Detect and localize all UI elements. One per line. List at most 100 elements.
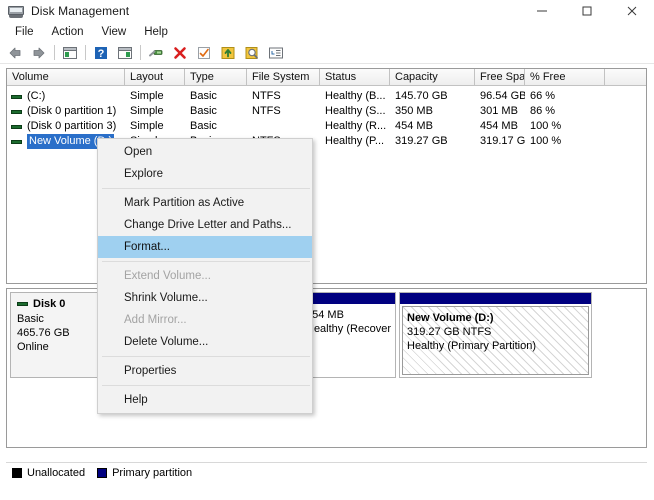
show-hide-action-pane-icon[interactable] — [114, 43, 136, 63]
partition-block-new-volume[interactable]: New Volume (D:) 319.27 GB NTFS Healthy (… — [399, 292, 592, 378]
cell-volume-label: (Disk 0 partition 3) — [27, 120, 117, 132]
cell-type: Basic — [190, 90, 217, 102]
disk-name: Disk 0 — [17, 298, 107, 310]
column-header-file-system[interactable]: File System — [247, 69, 320, 85]
cell-type: Basic — [190, 120, 217, 132]
column-header-percent-free[interactable]: % Free — [525, 69, 605, 85]
menu-bar: File Action View Help — [0, 22, 654, 42]
context-menu-separator — [102, 385, 310, 386]
menu-view[interactable]: View — [93, 24, 136, 40]
disk-name-label: Disk 0 — [33, 298, 66, 310]
disk-management-icon — [8, 4, 24, 18]
cell-file-system: NTFS — [252, 105, 281, 117]
column-header-layout[interactable]: Layout — [125, 69, 185, 85]
column-header-capacity[interactable]: Capacity — [390, 69, 475, 85]
volume-color-bar-icon — [11, 109, 22, 114]
column-header-status[interactable]: Status — [320, 69, 390, 85]
disk-type: Basic — [17, 313, 44, 325]
check-disk-icon[interactable] — [193, 43, 215, 63]
context-menu-item-extend-volume: Extend Volume... — [124, 270, 211, 282]
legend: Unallocated Primary partition — [6, 462, 647, 482]
cell-layout: Simple — [130, 120, 164, 132]
volume-list-header: Volume Layout Type File System Status Ca… — [7, 69, 646, 86]
cell-percent-free: 66 % — [530, 90, 556, 102]
context-menu-separator — [102, 261, 310, 262]
toolbar-separator — [140, 45, 141, 60]
cell-volume-label: (C:) — [27, 90, 46, 102]
maximize-button[interactable] — [564, 0, 609, 22]
context-menu-item-format[interactable]: Format... — [98, 236, 312, 258]
minimize-button[interactable] — [519, 0, 564, 22]
menu-action[interactable]: Action — [43, 24, 93, 40]
context-menu-item-explore[interactable]: Explore — [98, 163, 312, 185]
close-button[interactable] — [609, 0, 654, 22]
disk-size: 465.76 GB — [17, 327, 70, 339]
context-menu-separator — [102, 356, 310, 357]
partition-body: New Volume (D:) 319.27 GB NTFS Healthy (… — [402, 306, 589, 375]
volume-color-bar-icon — [11, 94, 22, 99]
disk-management-window: Disk Management File Action View Help ? … — [0, 0, 654, 500]
cell-free-space: 301 MB — [480, 105, 518, 117]
window-title: Disk Management — [31, 4, 130, 18]
forward-icon[interactable] — [28, 43, 50, 63]
rescan-disks-icon[interactable] — [241, 43, 263, 63]
cell-status: Healthy (B... — [325, 90, 386, 102]
show-details-icon[interactable] — [265, 43, 287, 63]
cell-capacity: 350 MB — [395, 105, 433, 117]
column-header-free-space[interactable]: Free Spa... — [475, 69, 525, 85]
cell-type: Basic — [190, 105, 217, 117]
context-menu-item-mark-partition-as-active[interactable]: Mark Partition as Active — [98, 192, 312, 214]
cell-layout: Simple — [130, 90, 164, 102]
delete-icon[interactable] — [169, 43, 191, 63]
column-header-volume[interactable]: Volume — [7, 69, 125, 85]
context-menu-item-properties[interactable]: Properties — [98, 360, 312, 382]
cell-status: Healthy (S... — [325, 105, 386, 117]
cell-percent-free: 86 % — [530, 105, 556, 117]
context-menu-item-add-mirror: Add Mirror... — [124, 314, 187, 326]
extend-volume-icon[interactable] — [217, 43, 239, 63]
column-header-type[interactable]: Type — [185, 69, 247, 85]
table-row[interactable]: (Disk 0 partition 1) Simple Basic NTFS H… — [7, 104, 646, 119]
legend-swatch-unallocated-icon — [12, 467, 22, 478]
partition-capacity-bar — [302, 293, 395, 304]
title-bar: Disk Management — [0, 0, 654, 22]
cell-free-space: 96.54 GB — [480, 90, 525, 102]
disk-status: Online — [17, 341, 49, 353]
cell-free-space: 454 MB — [480, 120, 518, 132]
context-menu-item-change-drive-letter-and-paths[interactable]: Change Drive Letter and Paths... — [98, 214, 312, 236]
context-menu-item-delete-volume[interactable]: Delete Volume... — [98, 331, 312, 353]
disk-color-bar-icon — [17, 302, 28, 306]
context-menu-item-help[interactable]: Help — [98, 389, 312, 411]
help-icon[interactable]: ? — [90, 43, 112, 63]
properties-icon[interactable] — [145, 43, 167, 63]
cell-volume: (Disk 0 partition 1) — [7, 104, 125, 119]
toolbar-separator — [54, 45, 55, 60]
partition-line-1: 454 MB — [306, 309, 344, 321]
partition-name: New Volume (D:) — [407, 312, 494, 324]
cell-volume: (C:) — [7, 89, 125, 104]
column-header-blank[interactable] — [605, 69, 646, 85]
cell-capacity: 319.27 GB — [395, 135, 448, 147]
volume-color-bar-icon — [11, 139, 22, 144]
volume-color-bar-icon — [11, 124, 22, 129]
legend-label-primary-partition: Primary partition — [112, 466, 193, 479]
toolbar: ? — [0, 42, 654, 64]
cell-percent-free: 100 % — [530, 120, 562, 132]
table-row[interactable]: (C:) Simple Basic NTFS Healthy (B... 145… — [7, 89, 646, 104]
context-menu-separator — [102, 188, 310, 189]
context-menu-item-shrink-volume[interactable]: Shrink Volume... — [98, 287, 312, 309]
menu-help[interactable]: Help — [135, 24, 177, 40]
show-hide-console-tree-icon[interactable] — [59, 43, 81, 63]
back-icon[interactable] — [4, 43, 26, 63]
window-controls — [519, 0, 654, 22]
cell-file-system: NTFS — [252, 90, 281, 102]
cell-volume-label: (Disk 0 partition 1) — [27, 105, 117, 117]
volume-context-menu: Open Explore Mark Partition as Active Ch… — [97, 138, 313, 414]
cell-volume: (Disk 0 partition 3) — [7, 119, 125, 134]
partition-line-1: 319.27 GB NTFS — [407, 326, 492, 338]
cell-capacity: 454 MB — [395, 120, 433, 132]
table-row[interactable]: (Disk 0 partition 3) Simple Basic Health… — [7, 119, 646, 134]
menu-file[interactable]: File — [6, 24, 43, 40]
context-menu-item-open[interactable]: Open — [98, 141, 312, 163]
partition-block[interactable]: 454 MB Healthy (Recover — [301, 292, 396, 378]
